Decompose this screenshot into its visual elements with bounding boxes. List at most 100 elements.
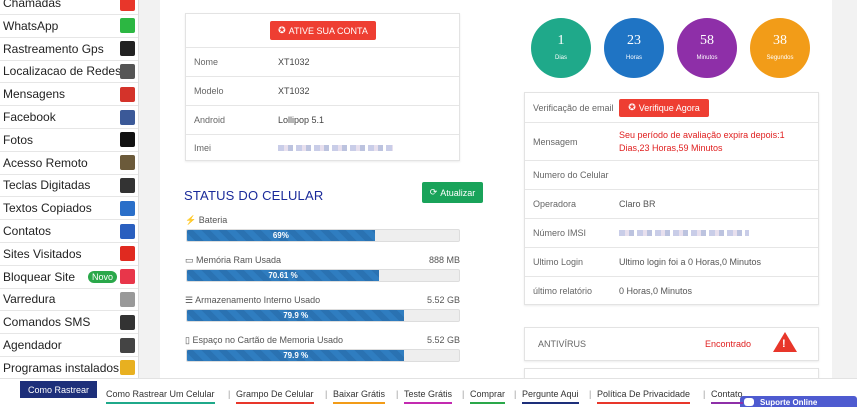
info-value: XT1032: [278, 86, 310, 96]
progress-bar: 79.9 %: [186, 349, 460, 362]
countdown-value: 1: [557, 33, 565, 48]
map-pin-icon: [120, 41, 135, 57]
sidebar-item[interactable]: Teclas Digitadas: [0, 174, 138, 198]
sidebar-item[interactable]: Contatos: [0, 220, 138, 243]
account-row-email: Verificação de email ✪ Verifique Agora: [525, 93, 818, 122]
calendar-icon: [120, 337, 135, 353]
sidebar-item[interactable]: Acesso Remoto: [0, 152, 138, 175]
sidebar-item-label: Agendador: [3, 338, 62, 352]
account-row-ultimo-relatorio: último relatório 0 Horas,0 Minutos: [525, 276, 818, 305]
star-icon: [120, 360, 135, 376]
sidebar-item-label: Textos Copiados: [3, 201, 92, 216]
footer-separator: |: [514, 389, 517, 399]
refresh-label: Atualizar: [440, 187, 476, 198]
sidebar-item[interactable]: Agendador: [0, 334, 138, 357]
battery-icon: ⚡: [185, 215, 199, 225]
account-key: último relatório: [533, 286, 593, 296]
progress-fill: 79.9 %: [187, 350, 405, 361]
sidebar-item[interactable]: Varredura: [0, 288, 138, 312]
metric-label: ▭ Memória Ram Usada: [185, 255, 281, 266]
info-row-android: Android Lollipop 5.1: [186, 105, 459, 134]
sidebar-item-label: Varredura: [3, 292, 56, 307]
footer: Como Rastrear Suporte Online Como Rastre…: [0, 378, 857, 407]
youtube-icon: [120, 246, 135, 262]
progress-bar: 70.61 %: [186, 269, 460, 282]
sidebar-item-label: Comandos SMS: [3, 315, 91, 330]
account-row-ultimo-login: Ultimo Login Ultimo login foi a 0 Horas,…: [525, 247, 818, 276]
footer-brand[interactable]: Como Rastrear: [20, 381, 97, 398]
account-value: Claro BR: [619, 199, 656, 209]
page: Chamadas WhatsApp Rastreamento Gps Localiza…: [0, 0, 857, 407]
footer-separator: |: [462, 389, 465, 399]
info-row-modelo: Modelo XT1032: [186, 76, 459, 105]
progress-fill: 70.61 %: [187, 270, 380, 281]
storage-icon: ☰: [185, 295, 196, 305]
warning-icon: ✪: [628, 102, 636, 112]
phone-icon: [120, 0, 135, 11]
support-online-button[interactable]: Suporte Online: [740, 396, 857, 407]
sidebar-item[interactable]: Chamadas: [0, 0, 138, 15]
footer-link[interactable]: Política De Privacidade: [597, 389, 691, 404]
sidebar-item[interactable]: WhatsApp: [0, 15, 138, 38]
countdown-unit: Minutos: [696, 55, 718, 61]
refresh-icon: ⟳: [429, 187, 438, 197]
account-row-imsi: Número IMSI: [525, 218, 818, 247]
activate-account-label: ATIVE SUA CONTA: [288, 25, 368, 36]
info-key: Imei: [194, 143, 212, 153]
verify-email-button[interactable]: ✪ Verifique Agora: [619, 98, 709, 117]
footer-link[interactable]: Como Rastrear Um Celular: [106, 389, 215, 404]
metric-label-text: Bateria: [198, 215, 228, 225]
status-title: STATUS DO CELULAR: [184, 188, 324, 203]
info-key: Modelo: [194, 86, 224, 96]
sidebar-item[interactable]: Rastreamento Gps: [0, 38, 138, 61]
support-label: Suporte Online: [760, 397, 818, 407]
progress-fill: 69%: [187, 230, 375, 241]
sidebar-item-label: WhatsApp: [3, 18, 59, 33]
sidebar-item[interactable]: Bloquear Site Novo: [0, 266, 138, 289]
imsi-redacted: [619, 228, 818, 238]
account-key: Verificação de email: [533, 102, 614, 113]
countdown-segundos: 38 Segundos: [750, 18, 810, 78]
countdown-unit: Segundos: [766, 55, 794, 61]
footer-link[interactable]: Pergunte Aqui: [522, 389, 579, 404]
sidebar-item[interactable]: Mensagens: [0, 83, 138, 107]
contacts-icon: [120, 223, 135, 239]
footer-link[interactable]: Teste Grátis: [404, 389, 453, 404]
info-row-imei: Imei: [186, 134, 459, 161]
refresh-button[interactable]: ⟳ Atualizar: [422, 182, 483, 203]
metric-value: 5.52 GB: [426, 335, 460, 345]
account-key: Numero do Celular: [533, 170, 609, 180]
pencil-icon: [120, 200, 135, 216]
countdown-dias: 1 Dias: [531, 18, 591, 78]
metric-label: ▯ Espaço no Cartão de Memoria Usado: [185, 335, 343, 346]
sidebar-item[interactable]: Programas instalados: [0, 357, 138, 378]
sidebar-item[interactable]: Textos Copiados: [0, 197, 138, 221]
metric-label: ⚡ Bateria: [185, 215, 227, 226]
account-row-mensagem: Mensagem Seu período de avaliação expira…: [525, 122, 818, 160]
footer-link[interactable]: Contato: [711, 389, 743, 404]
sms-icon: [120, 314, 135, 330]
sidebar-item[interactable]: Localizacao de Redes: [0, 60, 138, 84]
sidebar-item[interactable]: Facebook: [0, 106, 138, 129]
sidebar-item[interactable]: Fotos: [0, 129, 138, 152]
footer-separator: |: [325, 389, 328, 399]
warning-icon: ✪: [278, 25, 286, 35]
facebook-icon: [120, 109, 135, 125]
sidebar-item[interactable]: Sites Visitados: [0, 243, 138, 266]
envelope-icon: [120, 86, 135, 102]
account-key: Mensagem: [533, 136, 578, 147]
account-key: Ultimo Login: [533, 257, 584, 267]
footer-link[interactable]: Grampo De Celular: [236, 389, 314, 404]
sidebar-item[interactable]: Comandos SMS: [0, 311, 138, 335]
keyboard-icon: [120, 177, 135, 193]
sidebar-item-label: Facebook: [3, 110, 56, 124]
memory-icon: ▭: [185, 255, 197, 265]
footer-link[interactable]: Comprar: [470, 389, 506, 404]
info-key: Nome: [194, 57, 219, 67]
countdown-value: 58: [700, 33, 714, 48]
sidebar-item-label: Chamadas: [3, 0, 62, 10]
device-info-panel: ✪ ATIVE SUA CONTA Nome XT1032 Modelo XT1…: [185, 13, 460, 161]
imei-redacted: [278, 145, 393, 151]
footer-link[interactable]: Baixar Grátis: [333, 389, 386, 404]
activate-account-button[interactable]: ✪ ATIVE SUA CONTA: [270, 21, 376, 40]
